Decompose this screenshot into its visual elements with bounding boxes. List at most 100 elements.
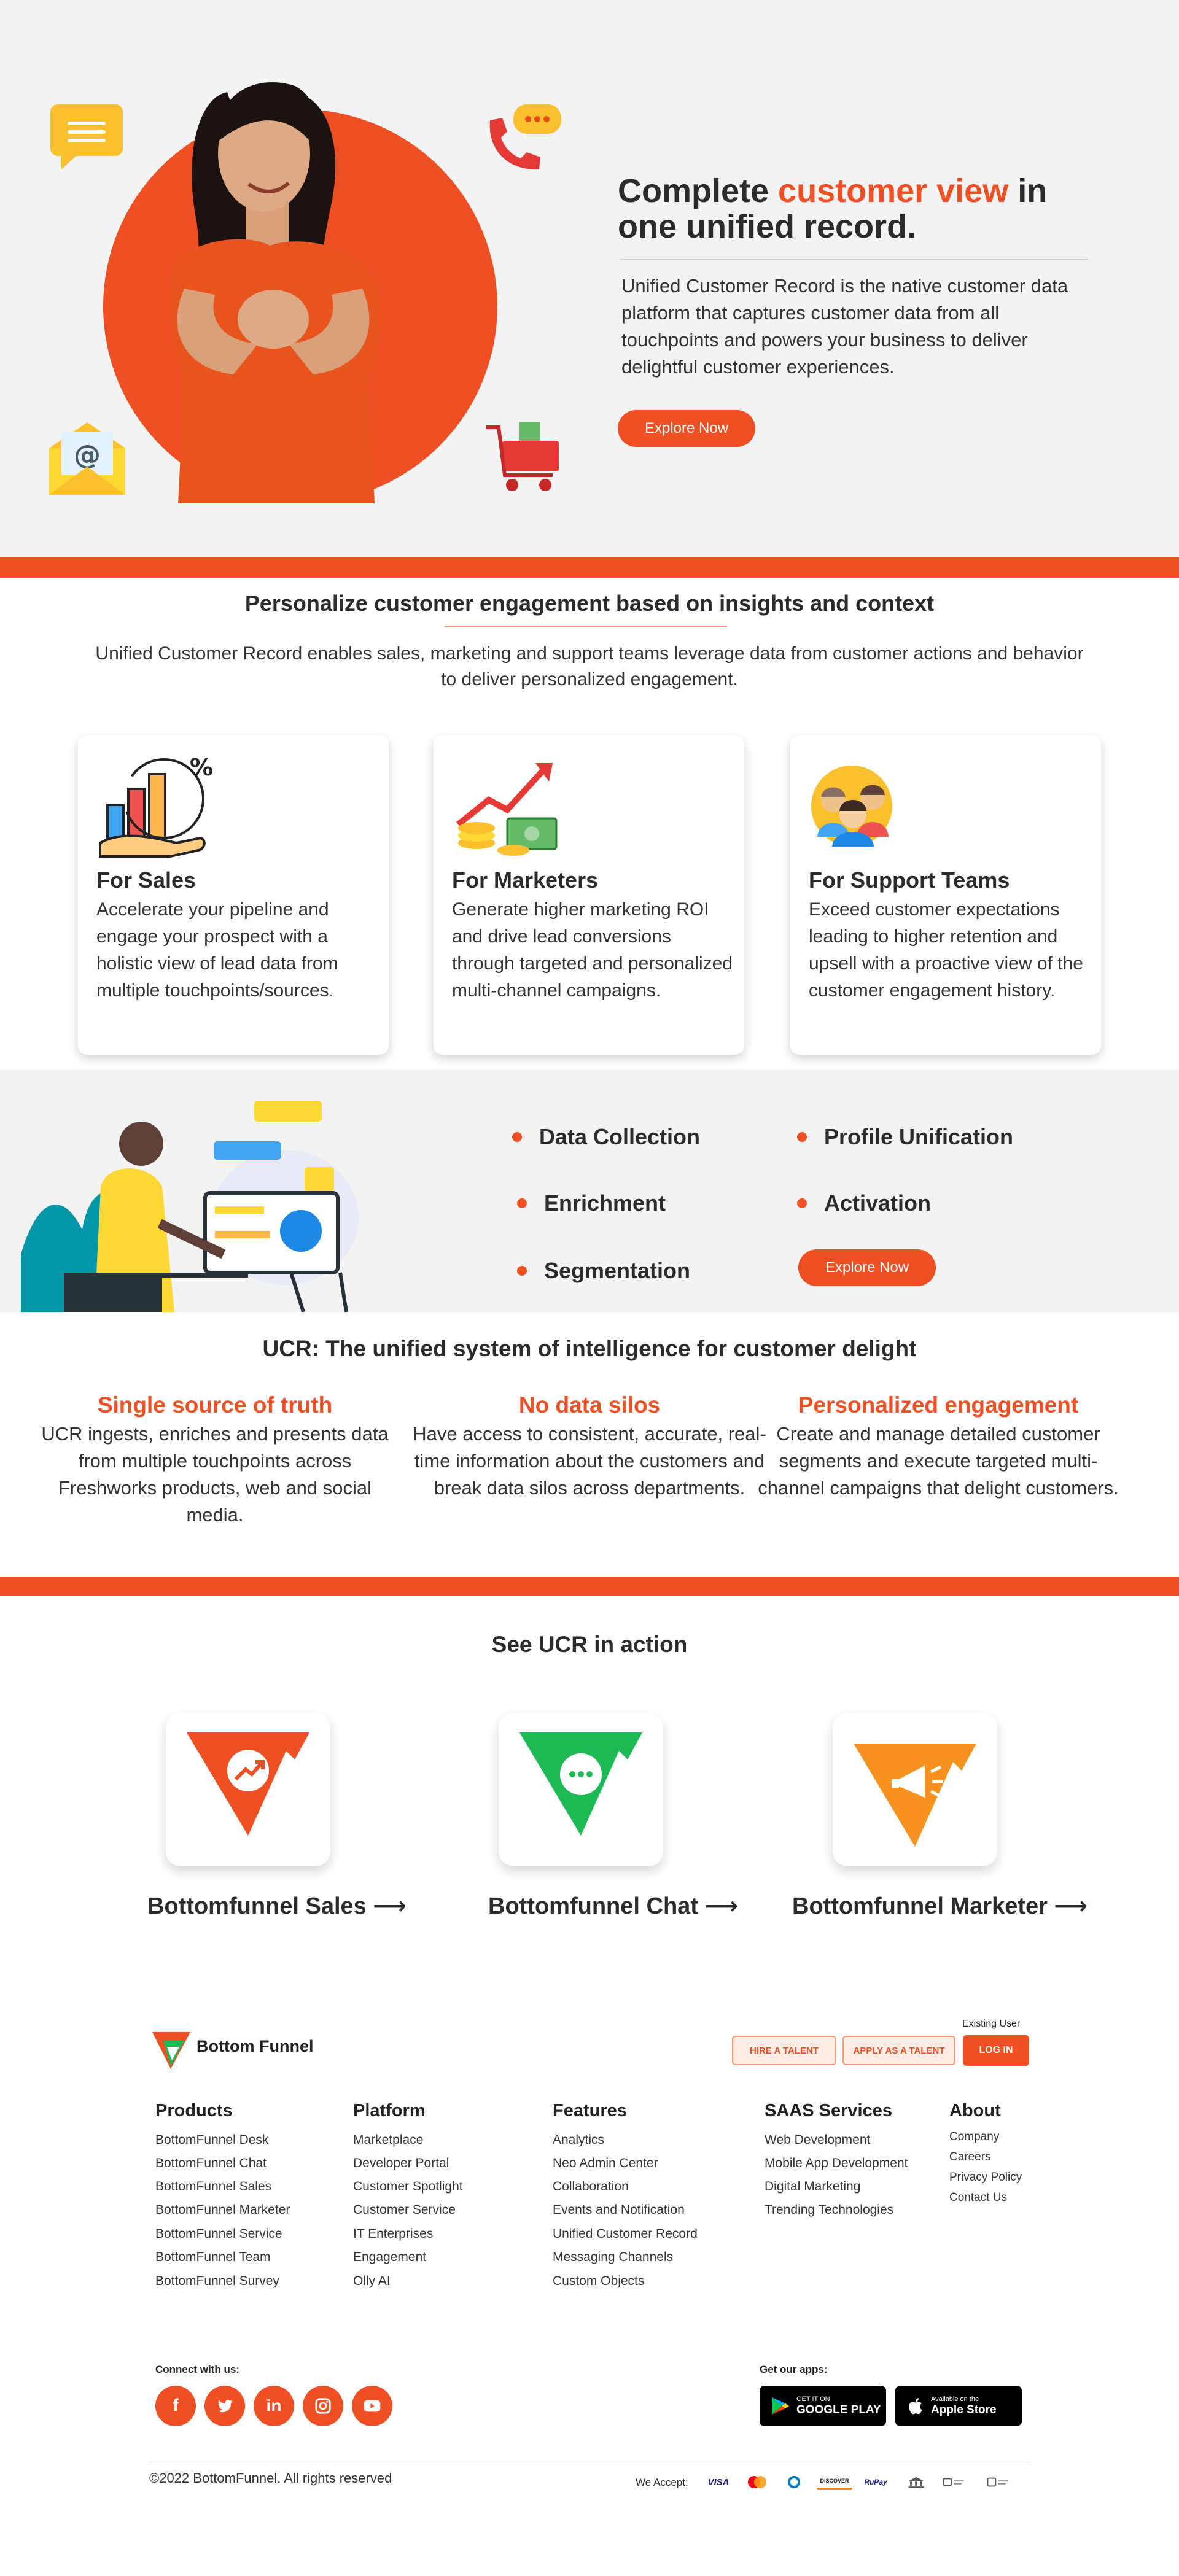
arrow-right-icon: ⟶ — [1054, 1893, 1088, 1919]
footer-link[interactable]: Events and Notification — [553, 2203, 685, 2217]
footer-link[interactable]: IT Enterprises — [353, 2227, 433, 2241]
svg-text:%: % — [190, 754, 213, 781]
apply-talent-button[interactable]: APPLY AS A TALENT — [842, 2036, 955, 2065]
footer-link[interactable]: Customer Spotlight — [353, 2179, 463, 2194]
footer-link[interactable]: Customer Service — [353, 2203, 456, 2217]
footer-link[interactable]: BottomFunnel Survey — [155, 2274, 279, 2289]
login-button[interactable]: LOG IN — [963, 2035, 1029, 2066]
bullet-dot — [797, 1198, 807, 1208]
cash-on-delivery-icon — [938, 2474, 969, 2490]
card-for-support-teams: For Support Teams Exceed customer expect… — [790, 735, 1101, 1055]
product-link-marketer[interactable]: Bottomfunnel Marketer ⟶ — [792, 1892, 1088, 1920]
product-link-chat[interactable]: Bottomfunnel Chat ⟶ — [488, 1892, 738, 1920]
ucr-col-description: UCR ingests, enriches and presents data … — [41, 1423, 389, 1526]
coins-growth-icon — [456, 763, 558, 856]
feature-segmentation: Segmentation — [517, 1258, 690, 1284]
ucr-col-title: No data silos — [518, 1392, 661, 1418]
features-explore-button[interactable]: Explore Now — [798, 1249, 936, 1286]
hero-title-accent: customer view — [778, 173, 1009, 209]
bullet-dot — [797, 1132, 807, 1142]
ucr-col-title: Personalized engagement — [798, 1392, 1079, 1418]
personalize-title-underline — [445, 626, 727, 627]
linkedin-icon[interactable]: in — [254, 2386, 294, 2426]
hero-description: Unified Customer Record is the native cu… — [621, 275, 1068, 378]
footer-link[interactable]: Unified Customer Record — [553, 2227, 698, 2241]
footer-link[interactable]: Mobile App Development — [765, 2156, 908, 2171]
personalize-description: Unified Customer Record enables sales, m… — [95, 643, 1084, 689]
footer-link[interactable]: Custom Objects — [553, 2274, 644, 2289]
product-link-sales[interactable]: Bottomfunnel Sales ⟶ — [147, 1892, 407, 1920]
apple-store-button[interactable]: Available on the Apple Store — [895, 2386, 1022, 2426]
footer-link[interactable]: BottomFunnel Service — [155, 2227, 282, 2241]
product-tile-sales[interactable] — [166, 1713, 330, 1866]
footer-link[interactable]: Olly AI — [353, 2274, 391, 2289]
megaphone-icon — [854, 1744, 976, 1847]
feature-enrichment: Enrichment — [517, 1190, 666, 1216]
rupay-icon: RuPay — [864, 2478, 887, 2486]
action-title: See UCR in action — [491, 1632, 688, 1657]
footer-heading-saas-services: SAAS Services — [765, 2101, 892, 2120]
footer-link[interactable]: Contact Us — [949, 2191, 1007, 2205]
footer-link[interactable]: Analytics — [553, 2133, 604, 2147]
footer-heading-about: About — [949, 2101, 1001, 2120]
personalize-title: Personalize customer engagement based on… — [244, 591, 935, 616]
bullet-dot — [517, 1198, 527, 1208]
card-title: For Marketers — [452, 867, 599, 893]
email-envelope-icon: @ — [47, 417, 128, 497]
sales-chart-hand-icon: % — [99, 754, 213, 858]
mastercard-icon — [743, 2474, 771, 2490]
card-title: For Support Teams — [809, 867, 1010, 893]
hero-explore-button[interactable]: Explore Now — [618, 410, 755, 447]
orange-divider-band — [0, 1577, 1179, 1596]
chat-bubble-icon — [519, 1732, 642, 1836]
footer-heading-features: Features — [553, 2101, 627, 2120]
footer-link[interactable]: BottomFunnel Team — [155, 2250, 271, 2265]
feature-activation: Activation — [797, 1190, 931, 1216]
footer-link[interactable]: BottomFunnel Desk — [155, 2133, 268, 2147]
ucr-col-description: Create and manage detailed customer segm… — [758, 1423, 1119, 1499]
existing-user-label: Existing User — [962, 2019, 1021, 2029]
arrow-right-icon: ⟶ — [373, 1893, 407, 1919]
facebook-icon[interactable]: f — [155, 2386, 196, 2426]
features-band: Data Collection Profile Unification Enri… — [0, 1070, 1179, 1312]
ucr-col-title: Single source of truth — [97, 1392, 333, 1418]
twitter-icon[interactable] — [204, 2386, 245, 2426]
google-play-icon — [772, 2397, 789, 2415]
google-play-button[interactable]: GET IT ON GOOGLE PLAY — [760, 2386, 886, 2426]
footer-link[interactable]: Web Development — [765, 2133, 870, 2147]
feature-data-collection: Data Collection — [512, 1124, 700, 1150]
hire-talent-button[interactable]: HIRE A TALENT — [732, 2036, 836, 2065]
footer-link[interactable]: BottomFunnel Chat — [155, 2156, 267, 2171]
card-description: Exceed customer expectations leading to … — [809, 899, 1083, 1001]
footer-brand-name[interactable]: Bottom Funnel — [196, 2037, 313, 2056]
footer-link[interactable]: BottomFunnel Sales — [155, 2179, 271, 2194]
hero-divider — [620, 259, 1088, 260]
ucr-title: UCR: The unified system of intelligence … — [262, 1336, 917, 1361]
footer-link[interactable]: Neo Admin Center — [553, 2156, 658, 2171]
phone-call-icon — [484, 102, 564, 174]
footer-link[interactable]: Privacy Policy — [949, 2171, 1022, 2184]
instagram-icon[interactable] — [303, 2386, 343, 2426]
bullet-dot — [517, 1266, 527, 1276]
footer-link[interactable]: Collaboration — [553, 2179, 629, 2194]
footer-link[interactable]: Trending Technologies — [765, 2203, 893, 2217]
footer-link[interactable]: Company — [949, 2130, 999, 2144]
footer-link[interactable]: Careers — [949, 2151, 991, 2164]
hero-section: @ Complete customer view in one unified … — [0, 0, 1179, 557]
shopping-cart-icon — [484, 419, 564, 495]
youtube-icon[interactable] — [352, 2386, 392, 2426]
card-title: For Sales — [96, 867, 196, 893]
product-tile-chat[interactable] — [499, 1713, 663, 1866]
connect-label: Connect with us: — [155, 2364, 239, 2375]
diners-club-icon — [780, 2474, 808, 2490]
footer-link[interactable]: Digital Marketing — [765, 2179, 860, 2194]
footer-link[interactable]: Engagement — [353, 2250, 426, 2265]
orange-divider-band — [0, 557, 1179, 578]
footer-link[interactable]: Developer Portal — [353, 2156, 449, 2171]
card-description: Generate higher marketing ROI and drive … — [452, 899, 733, 1001]
product-tile-marketer[interactable] — [833, 1713, 997, 1866]
footer-link[interactable]: BottomFunnel Marketer — [155, 2203, 290, 2217]
sales-growth-icon — [187, 1732, 309, 1836]
footer-link[interactable]: Messaging Channels — [553, 2250, 673, 2265]
footer-link[interactable]: Marketplace — [353, 2133, 423, 2147]
